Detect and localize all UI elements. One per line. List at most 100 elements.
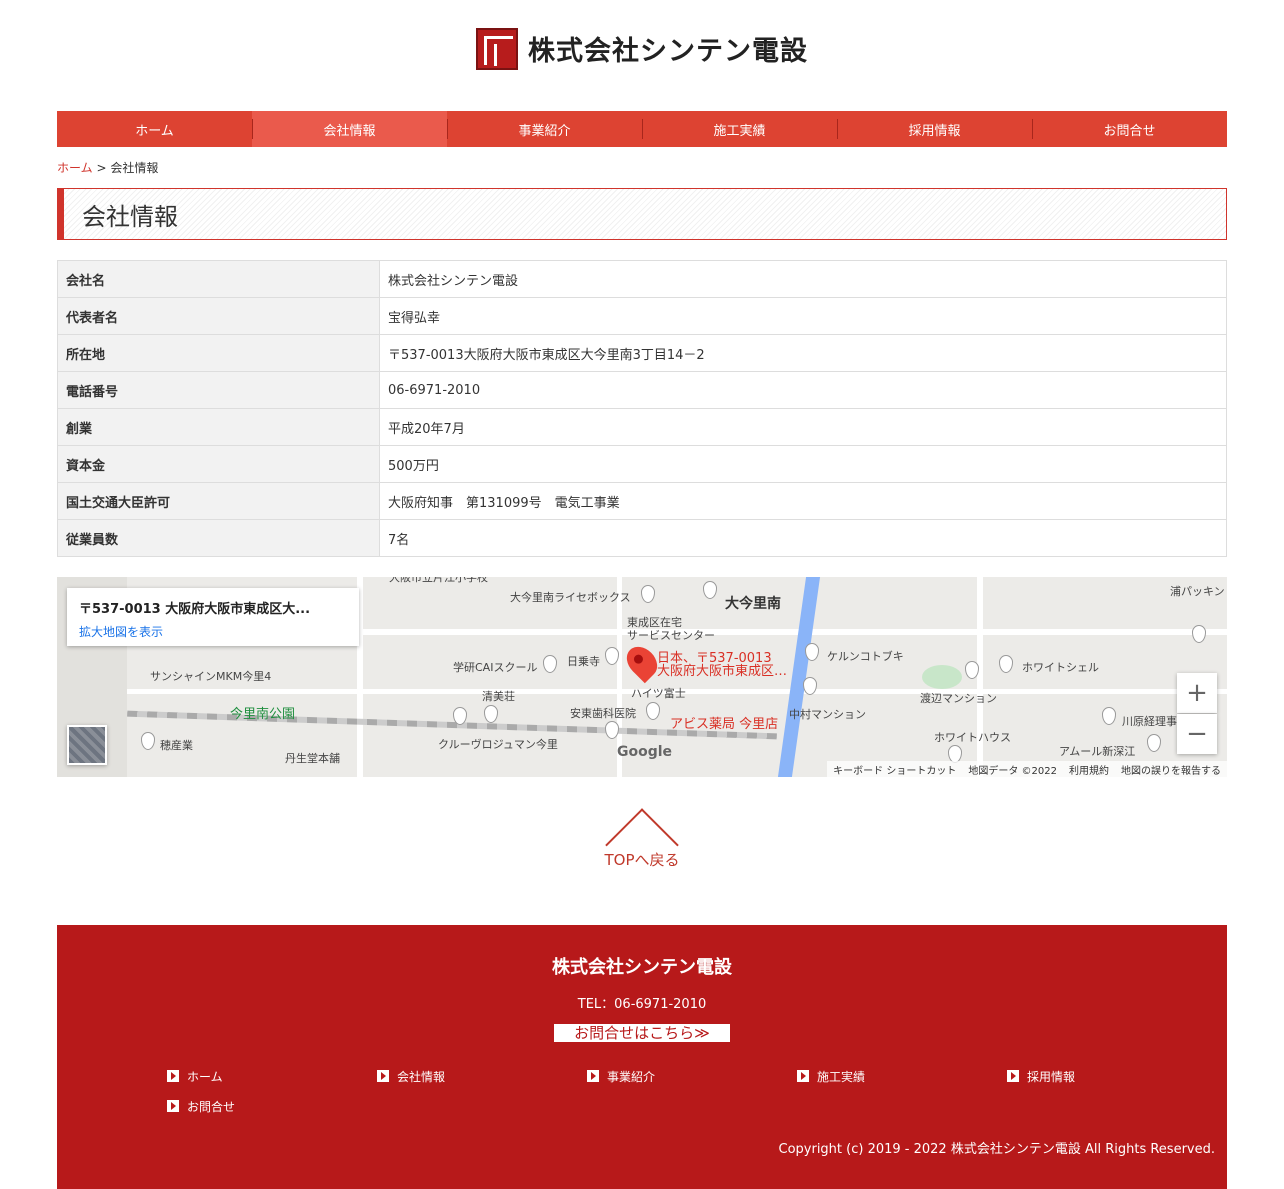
back-to-top-button[interactable]: TOPへ戻る (582, 808, 702, 909)
footer-nav-company[interactable]: 会社情報 (377, 1068, 587, 1084)
zoom-in-button[interactable]: + (1177, 673, 1217, 713)
footer-nav-home[interactable]: ホーム (167, 1068, 377, 1084)
footer-nav-label: ホーム (187, 1069, 223, 1084)
footer-nav-works[interactable]: 施工実績 (797, 1068, 1007, 1084)
row-label: 創業 (57, 408, 380, 446)
nav-item-company[interactable]: 会社情報 (252, 111, 447, 147)
map-place-icon[interactable] (543, 655, 557, 673)
row-value: 宝得弘幸 (379, 297, 1227, 335)
row-value: 〒537-0013大阪府大阪市東成区大今里南3丁目14－2 (379, 334, 1227, 372)
view-larger-map-link[interactable]: 拡大地図を表示 (79, 623, 347, 640)
page-title-box: 会社情報 (57, 188, 1227, 240)
company-info-table: 会社名 株式会社シンテン電設 代表者名 宝得弘幸 所在地 〒537-0013大阪府大阪… (57, 260, 1227, 557)
map-info-card: 〒537-0013 大阪府大阪市東成区大... 拡大地図を表示 (67, 588, 359, 646)
row-value: 06-6971-2010 (379, 371, 1227, 409)
nav-item-business[interactable]: 事業紹介 (447, 111, 642, 147)
footer-nav-label: 事業紹介 (607, 1069, 656, 1084)
footer-nav-business[interactable]: 事業紹介 (587, 1068, 797, 1084)
map-label: サービスセンター (627, 629, 715, 642)
logo-text: 株式会社シンテン電設 (528, 36, 808, 67)
map-place-icon[interactable] (1102, 707, 1116, 725)
map-place-icon[interactable] (805, 643, 819, 661)
map-label: 清美荘 (482, 690, 515, 703)
map-label: 浦パッキン (1170, 585, 1225, 598)
marker-label: 大阪府大阪市東成区… (657, 664, 788, 679)
map-place-icon[interactable] (999, 655, 1013, 673)
map-park (922, 665, 962, 689)
map-label: 穂産業 (160, 739, 193, 752)
row-label: 電話番号 (57, 371, 380, 409)
row-label: 国土交通大臣許可 (57, 482, 380, 520)
chevron-up-icon (605, 808, 679, 882)
nav-item-recruit[interactable]: 採用情報 (837, 111, 1032, 147)
row-value: 平成20年7月 (379, 408, 1227, 446)
map-label: ホワイトハウス (934, 731, 1011, 744)
terms-link[interactable]: 利用規約 (1069, 762, 1109, 777)
table-row: 創業 平成20年7月 (57, 408, 1227, 446)
map-label: ハイツ富士 (631, 687, 686, 700)
google-map[interactable]: 大阪市立片江小学校 大今里南ライセボックス 大今里南 東成区在宅 サービスセンタ… (57, 577, 1227, 777)
play-arrow-icon (167, 1100, 179, 1112)
map-card-address: 〒537-0013 大阪府大阪市東成区大... (79, 602, 311, 617)
map-label: ケルンコトブキ (827, 650, 904, 663)
table-row: 資本金 500万円 (57, 445, 1227, 483)
footer-nav-label: 採用情報 (1027, 1069, 1076, 1084)
site-logo[interactable]: 株式会社シンテン電設 (476, 27, 808, 70)
table-row: 従業員数 7名 (57, 519, 1227, 557)
play-arrow-icon (587, 1070, 599, 1082)
map-place-icon[interactable] (1147, 734, 1161, 752)
nav-item-contact[interactable]: お問合せ (1032, 111, 1227, 147)
play-arrow-icon (377, 1070, 389, 1082)
map-place-icon[interactable] (141, 732, 155, 750)
table-row: 電話番号 06-6971-2010 (57, 371, 1227, 409)
map-attribution: キーボード ショートカット 地図データ ©2022 利用規約 地図の誤りを報告す… (827, 761, 1227, 777)
map-label: アビス薬局 今里店 (670, 717, 779, 732)
row-value: 7名 (379, 519, 1227, 557)
report-error-link[interactable]: 地図の誤りを報告する (1121, 762, 1221, 777)
footer-nav-label: お問合せ (187, 1099, 236, 1114)
map-label: サンシャインMKM今里4 (150, 670, 272, 683)
row-value: 500万円 (379, 445, 1227, 483)
play-arrow-icon (167, 1070, 179, 1082)
row-value: 株式会社シンテン電設 (379, 260, 1227, 298)
table-row: 所在地 〒537-0013大阪府大阪市東成区大今里南3丁目14－2 (57, 334, 1227, 372)
map-label: 丹生堂本舗 (285, 752, 340, 765)
play-arrow-icon (1007, 1070, 1019, 1082)
zoom-out-button[interactable]: − (1177, 714, 1217, 754)
breadcrumb-current: 会社情報 (110, 161, 159, 175)
nav-item-home[interactable]: ホーム (57, 111, 252, 147)
map-label: 学研CAIスクール (453, 661, 538, 674)
row-label: 所在地 (57, 334, 380, 372)
row-label: 代表者名 (57, 297, 380, 335)
site-footer: 株式会社シンテン電設 TEL：06-6971-2010 お問合せはこちら≫ ホー… (57, 925, 1227, 1189)
satellite-toggle-button[interactable] (67, 725, 107, 765)
map-place-icon[interactable] (703, 581, 717, 599)
nav-item-works[interactable]: 施工実績 (642, 111, 837, 147)
page-title: 会社情報 (82, 202, 178, 231)
map-label: 日乗寺 (567, 655, 600, 668)
map-label: 大阪市立片江小学校 (389, 577, 488, 584)
map-label: 渡辺マンション (920, 692, 997, 705)
map-label: クルーヴロジュマン今里 (438, 738, 558, 751)
logo-mark-icon (476, 27, 518, 70)
map-place-icon[interactable] (484, 705, 498, 723)
footer-contact-button[interactable]: お問合せはこちら≫ (554, 1024, 730, 1042)
row-label: 資本金 (57, 445, 380, 483)
map-place-icon[interactable] (641, 585, 655, 603)
table-row: 国土交通大臣許可 大阪府知事 第131099号 電気工事業 (57, 482, 1227, 520)
map-data-label: 地図データ ©2022 (968, 765, 1057, 777)
footer-nav-recruit[interactable]: 採用情報 (1007, 1068, 1217, 1084)
map-place-icon[interactable] (646, 702, 660, 720)
site-header: 株式会社シンテン電設 (0, 0, 1284, 111)
breadcrumb-home-link[interactable]: ホーム (57, 161, 93, 175)
breadcrumb: ホーム > 会社情報 (57, 159, 1227, 175)
footer-tel: TEL：06-6971-2010 (577, 997, 707, 1012)
map-label: 大今里南ライセボックス (510, 591, 631, 604)
map-place-icon[interactable] (1192, 625, 1206, 643)
map-road (977, 577, 983, 777)
keyboard-shortcuts-link[interactable]: キーボード ショートカット (833, 762, 956, 777)
footer-nav-label: 会社情報 (397, 1069, 446, 1084)
table-row: 会社名 株式会社シンテン電設 (57, 260, 1227, 298)
row-label: 従業員数 (57, 519, 380, 557)
footer-nav-contact[interactable]: お問合せ (167, 1098, 377, 1114)
